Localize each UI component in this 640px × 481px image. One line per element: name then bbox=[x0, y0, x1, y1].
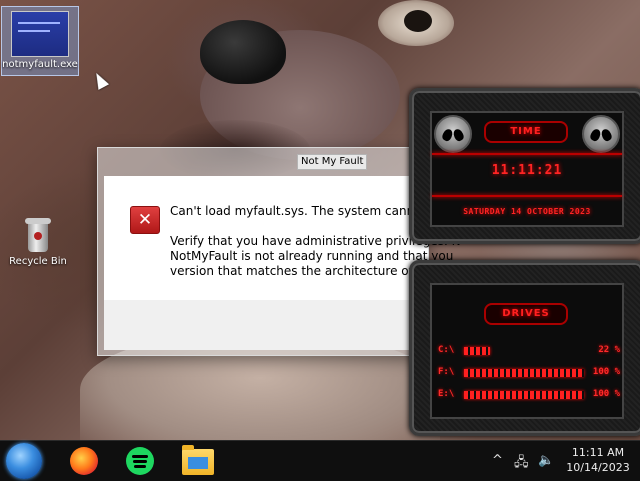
spotify-icon bbox=[126, 447, 154, 475]
drive-usage-track bbox=[464, 369, 584, 377]
drive-usage-track bbox=[464, 391, 584, 399]
executable-window-icon bbox=[11, 11, 69, 57]
drive-row: F:\ 100 % bbox=[438, 367, 620, 381]
drive-usage-percent: 100 % bbox=[592, 389, 620, 399]
dialog-message-line: NotMyFault is not already running and th… bbox=[170, 249, 454, 263]
drive-usage-bar bbox=[464, 391, 584, 399]
time-gadget-tab: TIME bbox=[484, 121, 568, 143]
network-icon[interactable]: 🖧 bbox=[514, 453, 529, 475]
desktop-icon-recycle-bin[interactable]: Recycle Bin bbox=[6, 218, 70, 267]
drive-letter: E:\ bbox=[438, 389, 455, 399]
error-x-icon: ✕ bbox=[130, 206, 160, 234]
alien-head-icon bbox=[434, 115, 472, 153]
dialog-message-line: Verify that you have administrative priv… bbox=[170, 234, 461, 248]
taskbar-firefox-button[interactable] bbox=[66, 445, 102, 477]
drive-row: C:\ 22 % bbox=[438, 345, 620, 359]
desktop-icon-notmyfault[interactable]: notmyfault.exe bbox=[1, 6, 79, 76]
mouse-pointer-icon bbox=[90, 70, 110, 90]
desktop-icon-label: Recycle Bin bbox=[9, 256, 67, 267]
wallpaper-nose bbox=[200, 20, 286, 84]
recycle-bin-icon bbox=[25, 218, 51, 252]
system-clock[interactable]: 11:11 AM 10/14/2023 bbox=[562, 445, 634, 475]
dialog-title[interactable]: Not My Fault bbox=[297, 154, 368, 170]
tray-overflow-chevron-icon[interactable]: ^ bbox=[492, 453, 503, 468]
dialog-message-primary: Can't load myfault.sys. The system canno… bbox=[170, 204, 446, 218]
start-orb-icon[interactable] bbox=[6, 443, 42, 479]
drives-gadget[interactable]: DRIVES C:\ 22 % F:\ 100 % E:\ 100 % bbox=[409, 260, 640, 436]
taskbar-spotify-button[interactable] bbox=[122, 445, 158, 477]
time-gadget[interactable]: TIME 11:11:21 SATURDAY 14 OCTOBER 2023 bbox=[409, 88, 640, 244]
drive-usage-bar bbox=[464, 347, 491, 355]
drive-letter: C:\ bbox=[438, 345, 455, 355]
firefox-icon bbox=[70, 447, 98, 475]
folder-icon bbox=[182, 445, 214, 475]
divider bbox=[432, 195, 622, 197]
error-dialog[interactable]: Not My Fault ✕ Can't load myfault.sys. T… bbox=[97, 147, 461, 356]
taskbar-file-explorer-button[interactable] bbox=[180, 445, 216, 477]
drive-usage-track bbox=[464, 347, 584, 355]
dialog-footer bbox=[104, 300, 428, 350]
drive-usage-percent: 100 % bbox=[592, 367, 620, 377]
divider bbox=[432, 153, 622, 155]
drive-usage-bar bbox=[464, 369, 584, 377]
wallpaper-pupil bbox=[404, 10, 432, 32]
taskbar: ^ 🖧 🔈 11:11 AM 10/14/2023 bbox=[0, 440, 640, 481]
dialog-message-details: Verify that you have administrative priv… bbox=[170, 234, 461, 279]
dialog-message-line: version that matches the architecture of… bbox=[170, 264, 444, 278]
system-clock-time: 11:11 AM bbox=[571, 446, 625, 459]
desktop[interactable]: notmyfault.exe Recycle Bin Not My Fault … bbox=[0, 0, 640, 440]
gadget-clock-time: 11:11:21 bbox=[491, 163, 563, 178]
desktop-icon-label: notmyfault.exe bbox=[2, 59, 78, 70]
drive-letter: F:\ bbox=[438, 367, 455, 377]
alien-head-icon bbox=[582, 115, 620, 153]
drives-gadget-tab: DRIVES bbox=[484, 303, 568, 325]
dialog-body: ✕ Can't load myfault.sys. The system can… bbox=[104, 176, 461, 300]
speaker-icon[interactable]: 🔈 bbox=[538, 453, 554, 468]
gadget-clock-date: SATURDAY 14 OCTOBER 2023 bbox=[463, 207, 591, 216]
drive-usage-percent: 22 % bbox=[598, 345, 620, 355]
system-clock-date: 10/14/2023 bbox=[566, 461, 630, 474]
drive-row: E:\ 100 % bbox=[438, 389, 620, 403]
